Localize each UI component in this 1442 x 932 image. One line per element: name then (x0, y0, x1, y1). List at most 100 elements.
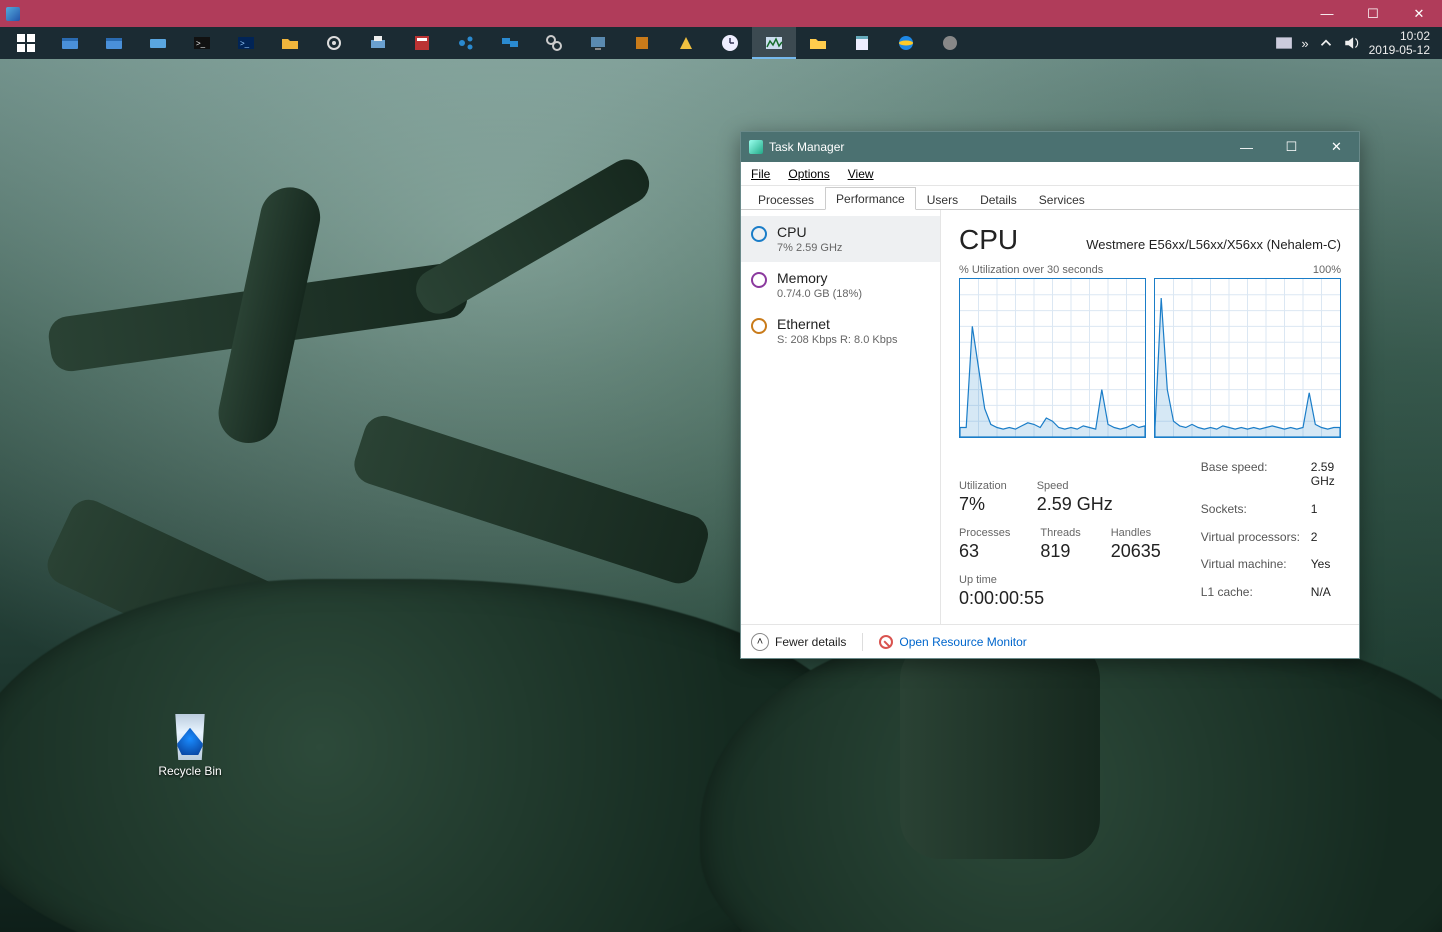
taskbar-app-3[interactable] (136, 27, 180, 59)
tab-processes[interactable]: Processes (747, 188, 825, 210)
graph-left-label: % Utilization over 30 seconds (959, 264, 1103, 276)
task-manager-footer: ˄ Fewer details Open Resource Monitor (741, 624, 1359, 658)
taskbar-cluster-icon[interactable] (444, 27, 488, 59)
tm-minimize-button[interactable]: — (1224, 132, 1269, 162)
taskbar-powershell-icon[interactable]: >_ (224, 27, 268, 59)
open-resource-monitor-link[interactable]: Open Resource Monitor (879, 635, 1026, 649)
menu-file[interactable]: File (751, 167, 770, 181)
base-speed-value: 2.59 GHz (1311, 460, 1341, 498)
tray-volume-icon[interactable] (1343, 34, 1361, 52)
tray-app-icon[interactable] (1275, 34, 1293, 52)
task-manager-titlebar[interactable]: Task Manager — ☐ ✕ (741, 132, 1359, 162)
speed-label: Speed (1037, 480, 1113, 492)
sidebar-memory-sub: 0.7/4.0 GB (18%) (777, 288, 862, 300)
uptime-value: 0:00:00:55 (959, 588, 1161, 609)
sidebar-item-ethernet[interactable]: Ethernet S: 208 Kbps R: 8.0 Kbps (741, 308, 940, 354)
task-manager-body: CPU 7% 2.59 GHz Memory 0.7/4.0 GB (18%) … (741, 210, 1359, 624)
taskbar-printer-icon[interactable] (356, 27, 400, 59)
taskbar-explorer-icon[interactable] (796, 27, 840, 59)
sidebar-cpu-title: CPU (777, 224, 842, 240)
taskbar-cmd-icon[interactable]: >_ (180, 27, 224, 59)
taskbar-notepad-icon[interactable] (840, 27, 884, 59)
vmachine-value: Yes (1311, 557, 1341, 581)
taskbar-clock[interactable]: 10:02 2019-05-12 (1369, 29, 1430, 57)
memory-ring-icon (751, 272, 767, 288)
l1cache-label: L1 cache: (1201, 585, 1311, 609)
taskbar-cleanup-icon[interactable] (664, 27, 708, 59)
tray-chevron-icon[interactable] (1317, 34, 1335, 52)
taskbar-device-icon[interactable] (576, 27, 620, 59)
sockets-label: Sockets: (1201, 502, 1311, 526)
cpu-properties: Base speed:2.59 GHz Sockets:1 Virtual pr… (1201, 460, 1341, 609)
processes-label: Processes (959, 527, 1010, 539)
tab-users[interactable]: Users (916, 188, 969, 210)
cpu-model: Westmere E56xx/L56xx/X56xx (Nehalem-C) (1086, 237, 1341, 252)
host-window-controls: — ☐ ✕ (1304, 0, 1442, 27)
taskbar-clock-icon[interactable] (708, 27, 752, 59)
sidebar-memory-title: Memory (777, 270, 862, 286)
menu-view[interactable]: View (848, 167, 874, 181)
l1cache-value: N/A (1311, 585, 1341, 609)
handles-value: 20635 (1111, 541, 1161, 562)
host-close-button[interactable]: ✕ (1396, 0, 1442, 27)
resource-monitor-icon (879, 635, 893, 649)
sidebar-item-cpu[interactable]: CPU 7% 2.59 GHz (741, 216, 940, 262)
taskbar-registry-icon[interactable] (400, 27, 444, 59)
speed-value: 2.59 GHz (1037, 494, 1113, 515)
taskbar-time: 10:02 (1369, 29, 1430, 43)
host-maximize-button[interactable]: ☐ (1350, 0, 1396, 27)
processes-value: 63 (959, 541, 1010, 562)
taskbar: >_ >_ » 10:02 2019-05-12 (0, 27, 1442, 59)
tm-maximize-button[interactable]: ☐ (1269, 132, 1314, 162)
recycle-bin-label: Recycle Bin (150, 764, 230, 778)
taskbar-services-icon[interactable] (532, 27, 576, 59)
taskbar-monitors-icon[interactable] (488, 27, 532, 59)
svg-text:>_: >_ (240, 39, 250, 48)
base-speed-label: Base speed: (1201, 460, 1311, 498)
performance-sidebar: CPU 7% 2.59 GHz Memory 0.7/4.0 GB (18%) … (741, 210, 941, 624)
start-button[interactable] (4, 27, 48, 59)
task-manager-menubar: File Options View (741, 162, 1359, 186)
chevron-up-icon: ˄ (751, 633, 769, 651)
uptime-label: Up time (959, 574, 1161, 586)
taskbar-misc-icon[interactable] (928, 27, 972, 59)
ethernet-ring-icon (751, 318, 767, 334)
footer-divider (862, 633, 863, 651)
tm-close-button[interactable]: ✕ (1314, 132, 1359, 162)
sidebar-item-memory[interactable]: Memory 0.7/4.0 GB (18%) (741, 262, 940, 308)
desktop[interactable]: Recycle Bin Task Manager — ☐ ✕ File Opti… (0, 59, 1442, 932)
cpu-graph-0 (959, 278, 1146, 438)
taskbar-ie-icon[interactable] (884, 27, 928, 59)
menu-options[interactable]: Options (788, 167, 829, 181)
vmachine-label: Virtual machine: (1201, 557, 1311, 581)
tray-overflow-button[interactable]: » (1301, 36, 1308, 51)
sidebar-ethernet-title: Ethernet (777, 316, 897, 332)
task-manager-tabs: Processes Performance Users Details Serv… (741, 186, 1359, 210)
task-manager-window-controls: — ☐ ✕ (1224, 132, 1359, 162)
taskbar-tray: » 10:02 2019-05-12 (1275, 29, 1438, 57)
recycle-bin-icon[interactable]: Recycle Bin (150, 714, 230, 778)
host-minimize-button[interactable]: — (1304, 0, 1350, 27)
tab-details[interactable]: Details (969, 188, 1028, 210)
threads-value: 819 (1040, 541, 1080, 562)
taskbar-task-manager-button[interactable] (752, 27, 796, 59)
cpu-heading: CPU (959, 224, 1018, 256)
vproc-value: 2 (1311, 530, 1341, 554)
taskbar-folder-1-icon[interactable] (268, 27, 312, 59)
sidebar-cpu-sub: 7% 2.59 GHz (777, 242, 842, 254)
threads-label: Threads (1040, 527, 1080, 539)
sockets-value: 1 (1311, 502, 1341, 526)
util-value: 7% (959, 494, 1007, 515)
taskbar-box-icon[interactable] (620, 27, 664, 59)
task-manager-icon (749, 140, 763, 154)
graph-right-label: 100% (1313, 264, 1341, 276)
taskbar-app-1[interactable] (48, 27, 92, 59)
fewer-details-button[interactable]: ˄ Fewer details (751, 633, 846, 651)
taskbar-settings-icon[interactable] (312, 27, 356, 59)
taskbar-date: 2019-05-12 (1369, 43, 1430, 57)
cpu-graph-1 (1154, 278, 1341, 438)
taskbar-app-2[interactable] (92, 27, 136, 59)
vproc-label: Virtual processors: (1201, 530, 1311, 554)
tab-performance[interactable]: Performance (825, 187, 916, 210)
tab-services[interactable]: Services (1028, 188, 1096, 210)
